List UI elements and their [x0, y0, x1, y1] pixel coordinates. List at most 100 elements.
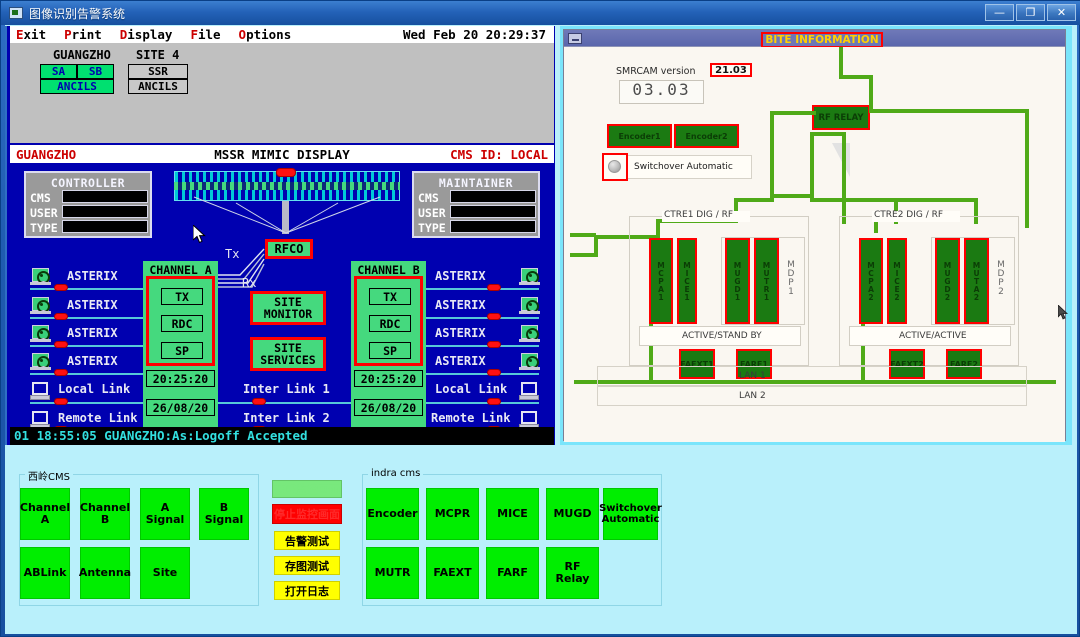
asterix-icon	[32, 353, 50, 369]
asterix-icon-stand	[30, 367, 51, 370]
app-icon	[9, 7, 23, 19]
indra-group-label: indra cms	[368, 468, 424, 479]
mugd1-block[interactable]: MUGD1	[725, 238, 750, 324]
channel-b-tx-button[interactable]: TX	[369, 288, 411, 305]
mssr-clock: Wed Feb 20 20:29:37	[403, 27, 546, 42]
indra-button-mugd[interactable]: MUGD	[546, 488, 599, 540]
alarm-test-button[interactable]: 告警测试	[274, 531, 340, 550]
channel-a-tx-button[interactable]: TX	[161, 288, 203, 305]
indra-button-faext[interactable]: FAEXT	[426, 547, 479, 599]
right-link-indicator-4	[487, 369, 501, 376]
muta2-block[interactable]: MUTA2	[964, 238, 989, 324]
bite-minimize-icon[interactable]	[568, 33, 582, 44]
start-monitor-button[interactable]: 获取监控画面	[272, 480, 342, 498]
mssr-sub-header: GUANGZHO MSSR MIMIC DISPLAY CMS ID: LOCA…	[10, 145, 554, 163]
indra-button-mcpr[interactable]: MCPR	[426, 488, 479, 540]
inter-link-1-indicator	[252, 398, 266, 405]
mouse-cursor	[193, 225, 207, 245]
window-title: 图像识别告警系统	[29, 6, 126, 21]
button-ssr[interactable]: SSR	[128, 64, 188, 79]
channel-a-title: CHANNEL A	[149, 263, 212, 277]
left-link-label-5: Local Link	[58, 382, 131, 396]
indra-button-rf-relay[interactable]: RF Relay	[546, 547, 599, 599]
lan1-row	[597, 366, 1027, 386]
button-ancils-sa[interactable]: ANCILS	[40, 79, 114, 94]
remote-link-icon	[32, 411, 48, 424]
ctre1-mode-label: ACTIVE/STAND BY	[682, 331, 762, 341]
lan2-row	[597, 386, 1027, 406]
cms-button-channel-b[interactable]: Channel B	[80, 488, 130, 540]
right-link-line-1	[426, 288, 539, 290]
save-image-test-button[interactable]: 存图测试	[274, 556, 340, 575]
inter-link-1-label: Inter Link 1	[243, 382, 330, 396]
left-link-label-3: ASTERIX	[67, 326, 118, 340]
menu-item-print[interactable]: Print	[64, 27, 102, 42]
site-monitor-button[interactable]: SITE MONITOR	[250, 291, 326, 325]
left-link-indicator-5	[54, 398, 68, 405]
channel-b-sp-button[interactable]: SP	[369, 342, 411, 359]
window-titlebar: 图像识别告警系统 — ❐ ✕	[1, 1, 1080, 25]
menu-item-options[interactable]: Options	[239, 27, 292, 42]
window-controls: — ❐ ✕	[985, 4, 1076, 21]
button-sb[interactable]: SB	[77, 64, 114, 79]
maximize-button[interactable]: ❐	[1016, 4, 1045, 21]
right-link-label-3: ASTERIX	[435, 326, 486, 340]
mice2-block[interactable]: MICE2	[887, 238, 907, 324]
channel-b-rdc-button[interactable]: RDC	[369, 315, 411, 332]
asterix-icon	[32, 325, 50, 341]
cms-button-b-signal[interactable]: B Signal	[199, 488, 249, 540]
indra-button-farf[interactable]: FARF	[486, 547, 539, 599]
stop-monitor-button[interactable]: 停止监控画面	[272, 504, 342, 524]
switchover-label: Switchover Automatic	[634, 162, 733, 172]
channel-a-sp-button[interactable]: SP	[161, 342, 203, 359]
indra-button-encoder[interactable]: Encoder	[366, 488, 419, 540]
maintainer-title: MAINTAINER	[438, 176, 514, 190]
application-window: 图像识别告警系统 — ❐ ✕ Exit Print Display File O…	[0, 0, 1080, 637]
cms-button-antenna[interactable]: Antenna	[79, 547, 131, 599]
rf-relay-block[interactable]: RF RELAY	[812, 105, 870, 130]
encoder1-block[interactable]: Encoder1	[607, 124, 672, 148]
controller-row-type-label: TYPE	[30, 221, 58, 235]
menu-item-file[interactable]: File	[190, 27, 220, 42]
maintainer-row-user-label: USER	[418, 206, 446, 220]
right-link-label-6: Remote Link	[431, 411, 511, 425]
channel-a-rdc-button[interactable]: RDC	[161, 315, 203, 332]
rfco-button[interactable]: RFCO	[265, 239, 313, 259]
right-link-label-4: ASTERIX	[435, 354, 486, 368]
encoder2-block[interactable]: Encoder2	[674, 124, 739, 148]
button-sa[interactable]: SA	[40, 64, 77, 79]
mice1-block[interactable]: MICE1	[677, 238, 697, 324]
close-button[interactable]: ✕	[1047, 4, 1076, 21]
cms-button-ablink[interactable]: ABLink	[20, 547, 70, 599]
mugd2-block[interactable]: MUGD2	[935, 238, 960, 324]
mdp2-label: MDP2	[996, 260, 1006, 296]
site-services-button[interactable]: SITE SERVICES	[250, 337, 326, 371]
left-link-line-3	[30, 345, 143, 347]
mcpa1-block[interactable]: MCPA1	[649, 238, 673, 324]
indra-button-mice[interactable]: MICE	[486, 488, 539, 540]
cms-group-label: 西岭CMS	[25, 468, 73, 483]
site-monitor-line2: MONITOR	[263, 307, 313, 321]
cms-button-channel-a[interactable]: Channel A	[20, 488, 70, 540]
open-log-button[interactable]: 打开日志	[274, 581, 340, 600]
minimize-button[interactable]: —	[985, 4, 1014, 21]
left-link-label-2: ASTERIX	[67, 298, 118, 312]
asterix-icon	[521, 268, 539, 284]
mcpa2-block[interactable]: MCPA2	[859, 238, 883, 324]
asterix-icon	[521, 325, 539, 341]
cms-button-site[interactable]: Site	[140, 547, 190, 599]
right-link-line-3	[426, 345, 539, 347]
inter-link-2-label: Inter Link 2	[243, 411, 330, 425]
mssr-status-bar: 01 18:55:05 GUANGZHO:As:Logoff Accepted	[10, 427, 554, 445]
controller-user-value	[62, 205, 148, 218]
mssr-mimic-panel: Exit Print Display File Options Wed Feb …	[5, 26, 555, 445]
right-link-line-4	[426, 373, 539, 375]
button-ancils-ssr[interactable]: ANCILS	[128, 79, 188, 94]
mutr1-block[interactable]: MUTR1	[754, 238, 779, 324]
indra-button-switchover-automatic[interactable]: Switchover Automatic	[599, 488, 662, 540]
cms-button-a-signal[interactable]: A Signal	[140, 488, 190, 540]
menu-item-display[interactable]: Display	[120, 27, 173, 42]
menu-item-exit[interactable]: Exit	[16, 27, 46, 42]
antenna-guy-wires	[193, 196, 381, 234]
indra-button-mutr[interactable]: MUTR	[366, 547, 419, 599]
